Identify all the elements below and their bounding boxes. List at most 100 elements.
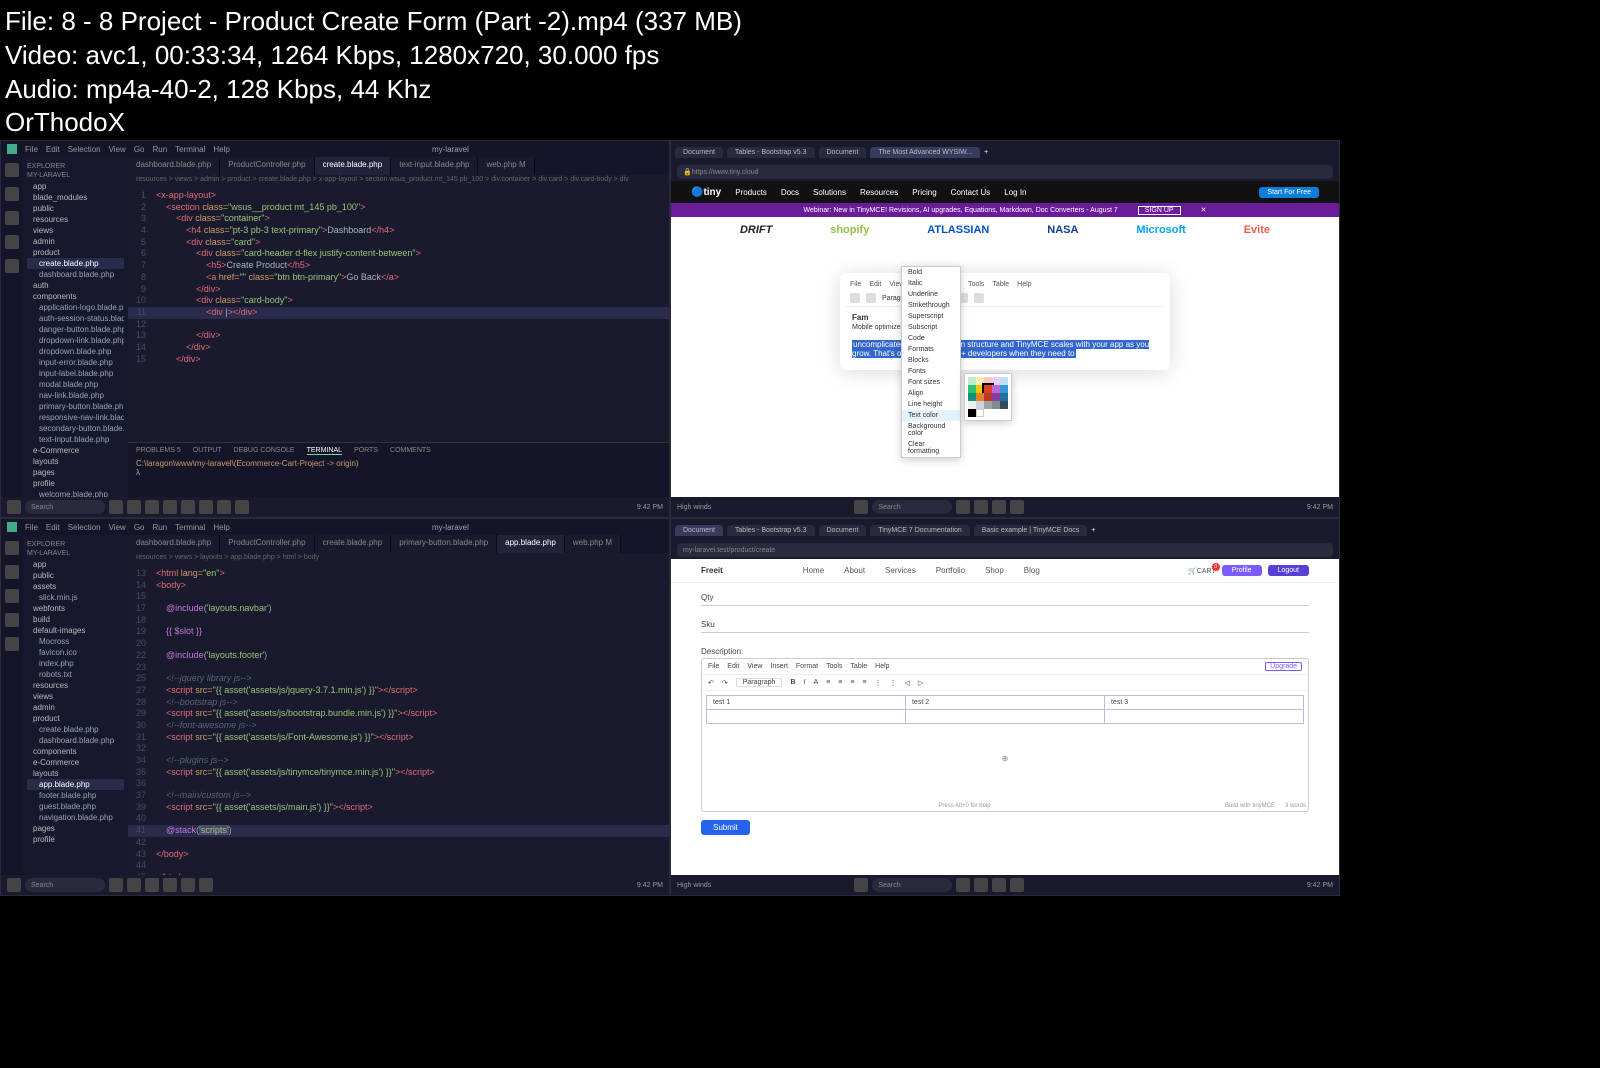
browser-tab[interactable]: Document (819, 525, 867, 536)
align-left-icon[interactable]: ≡ (826, 679, 830, 686)
align-right-icon[interactable]: ≡ (850, 679, 854, 686)
tree-item[interactable]: pages (27, 823, 124, 834)
list-ul-icon[interactable]: ⋮ (875, 679, 882, 687)
extensions-icon[interactable] (5, 259, 19, 273)
cart-icon[interactable]: 🛒CART 0 (1188, 567, 1216, 575)
nav-link[interactable]: Log In (1004, 188, 1026, 197)
new-tab-icon[interactable]: + (1091, 527, 1095, 534)
nav-link[interactable]: Blog (1024, 566, 1040, 575)
color-swatch[interactable] (984, 393, 992, 401)
align-justify-icon[interactable]: ≡ (862, 679, 866, 686)
taskbar-app-icon[interactable] (109, 500, 123, 514)
color-swatch[interactable] (968, 377, 976, 385)
submit-button[interactable]: Submit (701, 820, 750, 835)
nav-link[interactable]: Pricing (912, 188, 936, 197)
tree-item[interactable]: product (27, 247, 124, 258)
start-icon[interactable] (854, 878, 868, 892)
menu-item[interactable]: Tools (968, 281, 984, 288)
tree-item[interactable]: layouts (27, 456, 124, 467)
taskbar-app-icon[interactable] (199, 878, 213, 892)
weather[interactable]: High winds (677, 882, 711, 889)
tree-item[interactable]: auth (27, 280, 124, 291)
color-swatch[interactable] (984, 401, 992, 409)
menu-item[interactable]: Help (1017, 281, 1031, 288)
editor-tab[interactable]: text-input.blade.php (391, 157, 478, 175)
tree-item[interactable]: nav-link.blade.php (27, 390, 124, 401)
dd-italic[interactable]: Italic (902, 278, 960, 289)
editor-tab[interactable]: web.php M (478, 157, 534, 175)
tray-time[interactable]: 9:42 PM (637, 882, 663, 889)
dd-textcolor[interactable]: Text color (902, 410, 960, 421)
menu-terminal[interactable]: Terminal (175, 145, 205, 154)
nav-link[interactable]: Resources (860, 188, 898, 197)
color-swatch[interactable] (976, 385, 984, 393)
taskbar-app-icon[interactable] (127, 500, 141, 514)
color-icon[interactable]: A (813, 679, 818, 686)
upgrade-button[interactable]: Upgrade (1265, 662, 1302, 671)
dd-sub[interactable]: Subscript (902, 322, 960, 333)
explorer-icon[interactable] (5, 163, 19, 177)
tree-item[interactable]: auth-session-status.blade.php (27, 313, 124, 324)
nav-link[interactable]: Contact Us (951, 188, 991, 197)
menu-help[interactable]: Help (213, 523, 229, 532)
menu-view[interactable]: View (109, 145, 126, 154)
signup-button[interactable]: SIGN UP (1138, 206, 1181, 215)
dd-super[interactable]: Superscript (902, 311, 960, 322)
taskbar-app-icon[interactable] (1010, 500, 1024, 514)
term-tab[interactable]: PROBLEMS 5 (136, 447, 181, 455)
dd-fontsizes[interactable]: Font sizes (902, 377, 960, 388)
taskbar-app-icon[interactable] (956, 500, 970, 514)
taskbar-app-icon[interactable] (974, 878, 988, 892)
editor-tab-active[interactable]: app.blade.php (497, 535, 565, 553)
search-icon[interactable] (5, 187, 19, 201)
tree-item[interactable]: robots.txt (27, 669, 124, 680)
menu-item[interactable]: Edit (727, 663, 739, 670)
menu-edit[interactable]: Edit (46, 523, 60, 532)
editor-tab[interactable]: ProductController.php (220, 535, 314, 553)
content-table[interactable]: test 1 test 2 test 3 (706, 695, 1304, 724)
table-cell[interactable] (906, 710, 1105, 724)
editor-tab[interactable]: web.php M (565, 535, 621, 553)
menu-item[interactable]: View (747, 663, 762, 670)
color-swatch[interactable] (968, 409, 976, 417)
tree-item[interactable]: primary-button.blade.php (27, 401, 124, 412)
color-swatch-selected[interactable] (984, 385, 992, 393)
menu-view[interactable]: View (109, 523, 126, 532)
brand[interactable]: Freeit (701, 566, 723, 575)
menu-item[interactable]: Table (992, 281, 1009, 288)
breadcrumb[interactable]: resources > views > admin > product > cr… (128, 175, 669, 187)
tree-item[interactable]: webfonts (27, 603, 124, 614)
tree-item[interactable]: resources (27, 680, 124, 691)
color-swatch[interactable] (968, 401, 976, 409)
nav-link[interactable]: Docs (781, 188, 799, 197)
breadcrumb[interactable]: resources > views > layouts > app.blade.… (128, 553, 669, 565)
tree-item[interactable]: public (27, 570, 124, 581)
profile-button[interactable]: Profile (1222, 565, 1262, 576)
table-cell[interactable]: test 2 (906, 696, 1105, 710)
tree-item[interactable]: components (27, 291, 124, 302)
start-icon[interactable] (854, 500, 868, 514)
color-swatch[interactable] (984, 377, 992, 385)
menu-item[interactable]: Tools (826, 663, 842, 670)
taskbar-app-icon[interactable] (217, 500, 231, 514)
editor-tab[interactable]: dashboard.blade.php (128, 157, 220, 175)
nav-link[interactable]: Services (885, 566, 916, 575)
undo-icon[interactable] (850, 293, 860, 303)
dd-underline[interactable]: Underline (902, 289, 960, 300)
tree-item-active[interactable]: create.blade.php (27, 258, 124, 269)
tray-time[interactable]: 9:42 PM (637, 504, 663, 511)
nav-link[interactable]: Home (803, 566, 824, 575)
start-free-button[interactable]: Start For Free (1259, 187, 1319, 198)
tree-item[interactable]: navigation.blade.php (27, 812, 124, 823)
menu-item[interactable]: Format (796, 663, 818, 670)
paragraph-select[interactable]: Paragraph (736, 678, 783, 687)
logout-button[interactable]: Logout (1268, 565, 1309, 576)
color-swatch[interactable] (976, 401, 984, 409)
dd-lineheight[interactable]: Line height (902, 399, 960, 410)
tree-item[interactable]: secondary-button.blade.php (27, 423, 124, 434)
tree-item[interactable]: pages (27, 467, 124, 478)
taskbar-app-icon[interactable] (127, 878, 141, 892)
browser-tab[interactable]: Document (819, 147, 867, 158)
color-swatch[interactable] (992, 385, 1000, 393)
dd-align[interactable]: Align (902, 388, 960, 399)
